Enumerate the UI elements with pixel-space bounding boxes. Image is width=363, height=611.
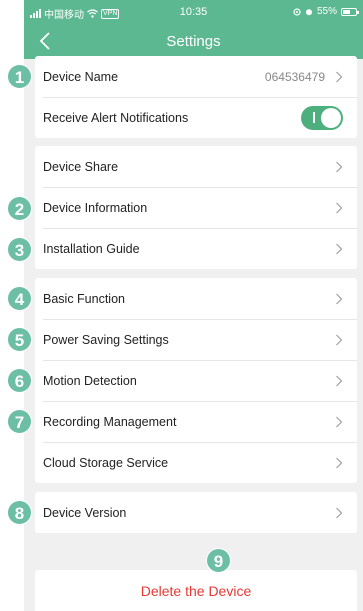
toggle-on-mark <box>313 111 315 123</box>
callout-badge-8: 8 <box>7 500 32 525</box>
device-name-row[interactable]: Device Name 064536479 <box>35 56 357 97</box>
motion-detection-row[interactable]: Motion Detection <box>35 360 357 401</box>
callout-badge-5: 5 <box>7 327 32 352</box>
device-version-label: Device Version <box>43 505 127 520</box>
receive-alerts-label: Receive Alert Notifications <box>43 110 189 125</box>
chevron-right-icon <box>336 71 343 82</box>
version-group: Device Version <box>35 492 357 533</box>
power-saving-label: Power Saving Settings <box>43 332 169 347</box>
chevron-right-icon <box>336 161 343 172</box>
chevron-right-icon <box>336 507 343 518</box>
recording-management-label: Recording Management <box>43 414 177 429</box>
callout-badge-6: 6 <box>7 368 32 393</box>
callout-badge-1: 1 <box>7 64 32 89</box>
device-group: Device Name 064536479 Receive Alert Noti… <box>35 56 357 138</box>
device-version-row[interactable]: Device Version <box>35 492 357 533</box>
chevron-right-icon <box>336 243 343 254</box>
chevron-right-icon <box>336 375 343 386</box>
cloud-storage-row[interactable]: Cloud Storage Service <box>35 442 357 483</box>
device-name-label: Device Name <box>43 69 119 84</box>
receive-alerts-toggle[interactable] <box>301 105 343 130</box>
chevron-right-icon <box>336 293 343 304</box>
chevron-right-icon <box>336 334 343 345</box>
battery-percent: 55% <box>316 6 337 17</box>
installation-guide-row[interactable]: Installation Guide <box>35 228 357 269</box>
delete-device-button[interactable]: Delete the Device <box>35 583 357 599</box>
callout-badge-9: 9 <box>206 548 231 573</box>
page-title: Settings <box>166 33 221 50</box>
callout-badge-2: 2 <box>7 196 32 221</box>
basic-function-row[interactable]: Basic Function <box>35 278 357 319</box>
battery-icon <box>341 7 359 16</box>
device-share-row[interactable]: Device Share <box>35 146 357 187</box>
installation-guide-label: Installation Guide <box>43 241 140 256</box>
alarm-icon <box>305 8 312 15</box>
recording-management-row[interactable]: Recording Management <box>35 401 357 442</box>
chevron-right-icon <box>336 457 343 468</box>
device-information-label: Device Information <box>43 200 148 215</box>
basic-function-label: Basic Function <box>43 291 125 306</box>
callout-badge-4: 4 <box>7 286 32 311</box>
callout-badge-3: 3 <box>7 237 32 262</box>
receive-alerts-row: Receive Alert Notifications <box>35 97 357 138</box>
device-share-label: Device Share <box>43 159 119 174</box>
device-information-row[interactable]: Device Information <box>35 187 357 228</box>
callout-badge-7: 7 <box>7 409 32 434</box>
chevron-right-icon <box>336 202 343 213</box>
location-icon <box>293 7 301 16</box>
device-name-value: 064536479 <box>264 69 325 84</box>
info-group: Device Share Device Information Installa… <box>35 146 357 269</box>
chevron-right-icon <box>336 416 343 427</box>
status-bar: 中国移动 VPN 10:35 55% <box>24 0 363 24</box>
nav-bar: Settings <box>24 24 363 59</box>
delete-device-group: Delete the Device <box>35 570 357 611</box>
function-group: Basic Function Power Saving Settings Mot… <box>35 278 357 483</box>
power-saving-row[interactable]: Power Saving Settings <box>35 319 357 360</box>
toggle-knob <box>321 107 341 128</box>
cloud-storage-label: Cloud Storage Service <box>43 455 169 470</box>
motion-detection-label: Motion Detection <box>43 373 137 388</box>
settings-screen: 中国移动 VPN 10:35 55% Settings Device Name … <box>24 0 363 611</box>
